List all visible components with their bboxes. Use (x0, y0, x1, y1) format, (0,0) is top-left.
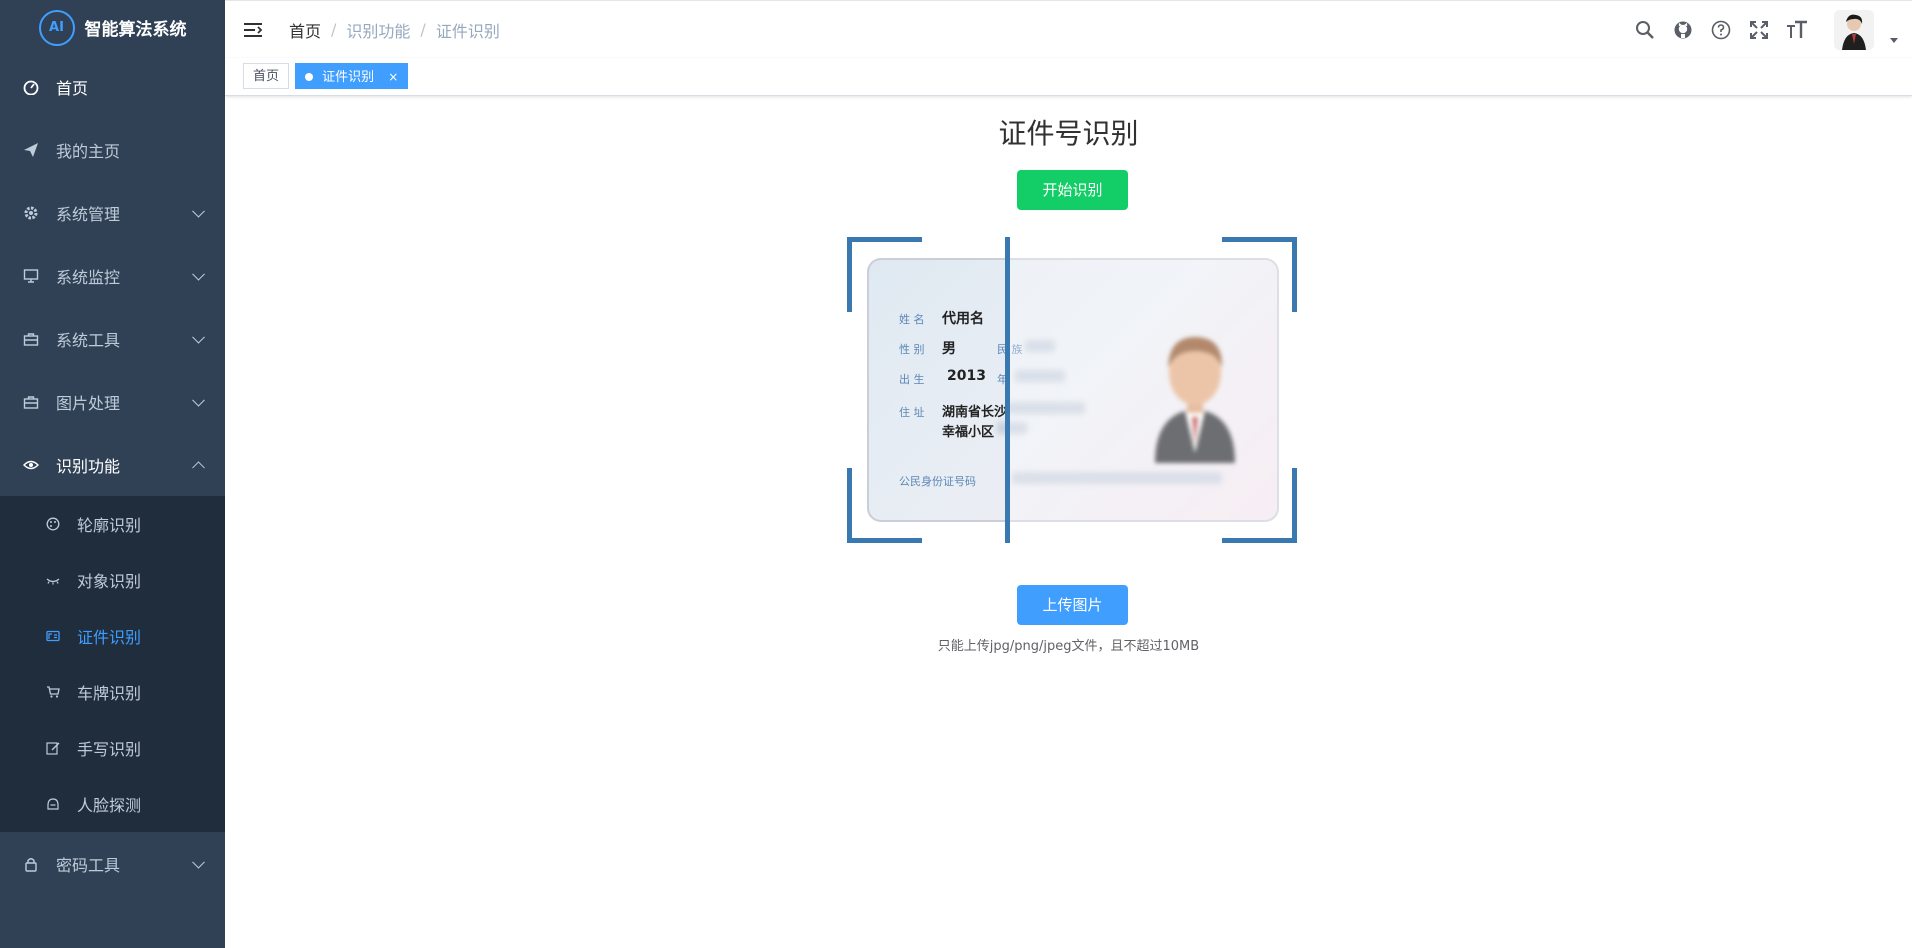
sidebar-item-label: 我的主页 (56, 141, 121, 161)
sidebar-subitem-license-plate[interactable]: 车牌识别 (0, 664, 225, 720)
main-content: 证件号识别 开始识别 姓 名 代用名 性 别 男 民 族 出 生 2013 年 … (225, 96, 1912, 948)
chevron-up-icon (192, 460, 205, 474)
sidebar: AI 智能算法系统 首页 我的主页 系统管理 系统监控 系统工具 图片处理 识别… (0, 0, 225, 948)
sidebar-subitem-face-detect[interactable]: 人脸探测 (0, 776, 225, 832)
sidebar-subitem-label: 证件识别 (77, 628, 142, 647)
tag-home[interactable]: 首页 (243, 63, 290, 89)
sidebar-item-label: 系统管理 (56, 204, 121, 224)
sidebar-item-home[interactable]: 首页 (0, 55, 225, 118)
send-icon (22, 141, 40, 159)
user-avatar[interactable] (1834, 9, 1874, 50)
chevron-down-icon (192, 330, 205, 344)
search-icon[interactable] (1634, 19, 1656, 41)
cart-icon (45, 684, 61, 700)
tag-label: 首页 (253, 69, 280, 84)
eye-closed-icon (45, 572, 61, 588)
hamburger-icon[interactable] (243, 20, 263, 40)
monitor-icon (22, 267, 40, 285)
font-size-icon[interactable] (1786, 19, 1808, 41)
breadcrumb-item: 识别功能 (346, 21, 411, 41)
page-title: 证件号识别 (998, 117, 1139, 150)
sidebar-subitem-label: 手写识别 (77, 740, 142, 759)
breadcrumb-item[interactable]: 首页 (289, 18, 321, 42)
sidebar-item-system-monitor[interactable]: 系统监控 (0, 244, 225, 307)
breadcrumb: 首页 / 识别功能 / 证件识别 (289, 18, 500, 42)
caret-down-icon[interactable] (1890, 38, 1898, 43)
ai-logo-icon: AI (38, 9, 75, 46)
sidebar-item-my-home[interactable]: 我的主页 (0, 118, 225, 181)
palette-icon (45, 516, 61, 532)
help-icon[interactable] (1710, 19, 1732, 41)
sidebar-subitem-handwriting[interactable]: 手写识别 (0, 720, 225, 776)
sidebar-item-label: 图片处理 (56, 393, 121, 413)
sidebar-item-label: 识别功能 (56, 456, 121, 476)
scan-corner (847, 237, 922, 312)
dashboard-icon (22, 78, 40, 96)
card-field-value: 男 (942, 341, 956, 357)
sidebar-subitem-contour[interactable]: 轮廓识别 (0, 496, 225, 552)
chevron-down-icon (192, 267, 205, 281)
sidebar-item-label: 首页 (56, 78, 89, 98)
recognition-submenu: 轮廓识别 对象识别 证件识别 车牌识别 手写识别 人脸探测 (0, 496, 225, 832)
chevron-down-icon (192, 204, 205, 218)
eye-icon (22, 456, 40, 474)
chevron-down-icon (192, 393, 205, 407)
app-logo[interactable]: AI 智能算法系统 (0, 0, 225, 55)
card-field-label: 出 生 (899, 373, 925, 386)
tag-id-card[interactable]: 证件识别 × (295, 63, 409, 89)
sidebar-subitem-label: 人脸探测 (77, 796, 142, 815)
scan-corner (1222, 237, 1297, 312)
close-icon[interactable]: × (388, 70, 398, 84)
navbar: 首页 / 识别功能 / 证件识别 (225, 0, 1912, 58)
scan-corner (847, 468, 922, 543)
sidebar-item-label: 系统监控 (56, 267, 121, 287)
sidebar-subitem-label: 车牌识别 (77, 684, 142, 703)
breadcrumb-item: 证件识别 (435, 21, 500, 41)
face-icon (45, 796, 61, 812)
sidebar-item-label: 系统工具 (56, 330, 121, 350)
card-field-value: 代用名 (942, 311, 984, 327)
sidebar-subitem-object[interactable]: 对象识别 (0, 552, 225, 608)
card-field-label: 性 别 (899, 343, 925, 356)
upload-image-button[interactable]: 上传图片 (1017, 585, 1128, 625)
edit-icon (45, 740, 61, 756)
tags-view: 首页 证件识别 × (225, 58, 1912, 96)
github-icon[interactable] (1672, 19, 1694, 41)
app-title: 智能算法系统 (84, 20, 187, 40)
id-card-scan-area: 姓 名 代用名 性 别 男 民 族 出 生 2013 年 住 址 湖南省长沙 幸… (847, 237, 1297, 543)
fullscreen-icon[interactable] (1748, 19, 1770, 41)
sidebar-subitem-label: 对象识别 (77, 572, 142, 591)
id-card-icon (45, 628, 61, 644)
start-recognition-button[interactable]: 开始识别 (1017, 170, 1128, 210)
card-field-value: 湖南省长沙 (942, 405, 1008, 420)
sidebar-subitem-id-card[interactable]: 证件识别 (0, 608, 225, 664)
upload-tip: 只能上传jpg/png/jpeg文件，且不超过10MB (937, 639, 1200, 654)
toolbox-icon (22, 393, 40, 411)
card-field-label: 姓 名 (899, 313, 925, 326)
card-field-label: 住 址 (899, 406, 925, 419)
sidebar-subitem-label: 轮廓识别 (77, 516, 142, 535)
scan-line (1005, 237, 1010, 543)
card-field-value: 2013 (947, 368, 986, 384)
active-dot-icon (305, 73, 313, 81)
scan-corner (1222, 468, 1297, 543)
breadcrumb-separator: / (420, 20, 426, 39)
breadcrumb-separator: / (331, 20, 337, 39)
card-field-value: 幸福小区 (942, 425, 995, 440)
sidebar-item-image-processing[interactable]: 图片处理 (0, 370, 225, 433)
sidebar-item-system-management[interactable]: 系统管理 (0, 181, 225, 244)
lock-icon (22, 855, 40, 873)
sidebar-item-password-tools[interactable]: 密码工具 (0, 832, 225, 895)
chevron-down-icon (192, 855, 205, 869)
navbar-right-menu (1634, 1, 1898, 58)
tag-label: 证件识别 (322, 70, 375, 85)
sidebar-item-recognition[interactable]: 识别功能 (0, 433, 225, 496)
sidebar-item-system-tools[interactable]: 系统工具 (0, 307, 225, 370)
gear-icon (22, 204, 40, 222)
sidebar-item-label: 密码工具 (56, 855, 121, 875)
toolbox-icon (22, 330, 40, 348)
